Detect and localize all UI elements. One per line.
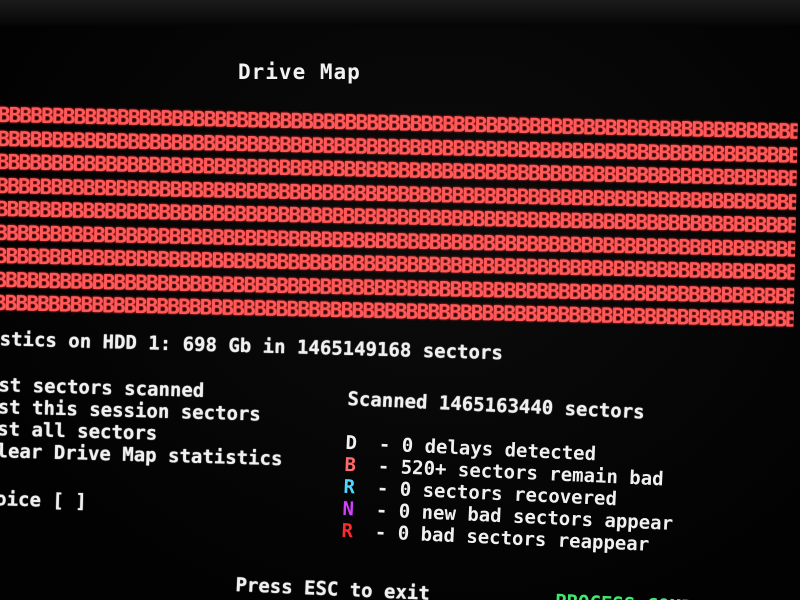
menu-item-clear-stats[interactable]: lear Drive Map statistics (0, 440, 283, 470)
statistics-panel: stics on HDD 1: 698 Gb in 1465149168 sec… (0, 328, 792, 512)
terminal-screen: Drive Map BBBBBBBBBBBBBBBBBBBBBBBBBBBBBB… (0, 0, 800, 600)
scan-results-panel: Scanned 1465163440 sectors D - 0 delays … (341, 388, 800, 556)
legend-key: R (341, 519, 354, 543)
statistics-summary: stics on HDD 1: 698 Gb in 1465149168 sec… (0, 328, 504, 365)
monitor-bezel (0, 0, 800, 26)
drive-map-grid: BBBBBBBBBBBBBBBBBBBBBBBBBBBBBBBBBBBBBBBB… (0, 104, 798, 332)
footer-bar: Press ESC to exit PROCESS COMPL (235, 574, 800, 600)
legend-key: B (344, 453, 357, 477)
choice-input[interactable]: oice [ ] (0, 488, 87, 513)
process-status: PROCESS COMPL (555, 591, 705, 600)
legend-key: N (342, 497, 355, 521)
scanned-count: Scanned 1465163440 sectors (347, 388, 646, 424)
legend-key: D (345, 431, 358, 455)
legend-key: R (343, 475, 356, 499)
page-title: Drive Map (238, 60, 361, 84)
exit-hint: Press ESC to exit (235, 574, 431, 600)
